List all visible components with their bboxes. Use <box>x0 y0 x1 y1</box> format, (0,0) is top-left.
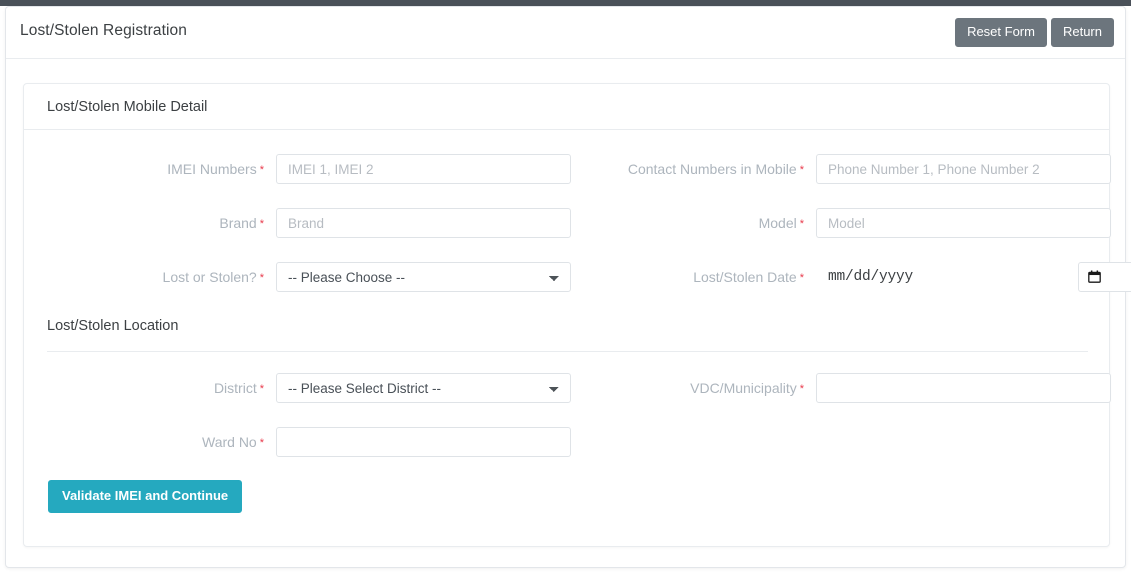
location-section-title: Lost/Stolen Location <box>47 318 179 334</box>
lost-or-stolen-label-text: Lost or Stolen? <box>162 269 257 285</box>
required-marker: * <box>259 272 264 284</box>
required-marker: * <box>259 437 264 449</box>
registration-card: Lost/Stolen Registration Reset Form Retu… <box>5 6 1131 568</box>
required-marker: * <box>259 218 264 230</box>
imei-label-text: IMEI Numbers <box>167 161 257 177</box>
model-label-text: Model <box>758 215 797 231</box>
field-group-ward: Ward No * <box>24 427 571 457</box>
field-group-vdc: VDC/Municipality * <box>554 373 1111 403</box>
field-group-model: Model * <box>554 208 1111 238</box>
ward-no-input[interactable] <box>276 427 571 457</box>
lost-or-stolen-select[interactable]: -- Please Choose -- <box>276 262 571 292</box>
form-row-type-date: Lost or Stolen? * -- Please Choose -- Los… <box>24 262 1131 292</box>
form-row-ward: Ward No * <box>24 427 1109 457</box>
field-group-contact: Contact Numbers in Mobile * <box>554 154 1111 184</box>
contact-label-text: Contact Numbers in Mobile <box>627 161 797 177</box>
lost-or-stolen-label: Lost or Stolen? * <box>24 262 264 292</box>
field-group-date: Lost/Stolen Date * mm/dd/yyyy <box>554 262 1131 292</box>
field-group-imei: IMEI Numbers * <box>24 154 571 184</box>
district-label-text: District <box>213 380 257 396</box>
district-select[interactable]: -- Please Select District -- <box>276 373 571 403</box>
ward-label-text: Ward No <box>202 434 257 450</box>
card-header: Lost/Stolen Registration Reset Form Retu… <box>6 7 1125 59</box>
form-row-brand-model: Brand* Model* <box>24 208 1111 238</box>
brand-label: Brand * <box>24 208 264 238</box>
date-label-text: Lost/Stolen Date <box>693 269 797 285</box>
date-field-wrapper[interactable]: mm/dd/yyyy <box>816 262 1131 292</box>
model-input[interactable] <box>816 208 1111 238</box>
vdc-label-text: VDC/Municipality <box>690 380 797 396</box>
date-label: Lost/Stolen Date * <box>554 262 804 292</box>
return-button[interactable]: Return <box>1050 18 1114 48</box>
field-group-brand: Brand * <box>24 208 571 238</box>
contact-label: Contact Numbers in Mobile * <box>554 154 804 184</box>
imei-label: IMEI Numbers * <box>24 154 264 184</box>
header-actions: Reset Form Return <box>955 18 1114 48</box>
brand-label-text: Brand <box>219 215 257 231</box>
date-placeholder-text: mm/dd/yyyy <box>828 269 914 285</box>
date-input[interactable] <box>1078 262 1131 292</box>
page-title: Lost/Stolen Registration <box>20 22 187 39</box>
imei-input[interactable] <box>276 154 571 184</box>
required-marker: * <box>799 164 804 176</box>
district-label: District * <box>24 373 264 403</box>
form-row-imei-contact: IMEI Numbers* Contact Numbers in Mobile* <box>24 154 1111 184</box>
brand-input[interactable] <box>276 208 571 238</box>
location-divider <box>47 351 1088 352</box>
mobile-detail-panel: Lost/Stolen Mobile Detail IMEI Numbers * … <box>23 83 1131 547</box>
field-group-lost-or-stolen: Lost or Stolen? * -- Please Choose -- <box>24 262 571 292</box>
required-marker: * <box>799 218 804 230</box>
required-marker: * <box>799 383 804 395</box>
required-marker: * <box>259 383 264 395</box>
contact-numbers-input[interactable] <box>816 154 1111 184</box>
ward-label: Ward No * <box>24 427 264 457</box>
validate-imei-button[interactable]: Validate IMEI and Continue <box>48 480 243 513</box>
vdc-municipality-input[interactable] <box>816 373 1111 403</box>
reset-form-button[interactable]: Reset Form <box>955 18 1047 48</box>
panel-title: Lost/Stolen Mobile Detail <box>47 99 208 115</box>
required-marker: * <box>259 164 264 176</box>
model-label: Model * <box>554 208 804 238</box>
field-group-district: District * -- Please Select District -- <box>24 373 571 403</box>
form-row-district-vdc: District * -- Please Select District -- V… <box>24 373 1111 403</box>
vdc-label: VDC/Municipality * <box>554 373 804 403</box>
panel-header: Lost/Stolen Mobile Detail <box>24 84 1109 130</box>
required-marker: * <box>799 272 804 284</box>
